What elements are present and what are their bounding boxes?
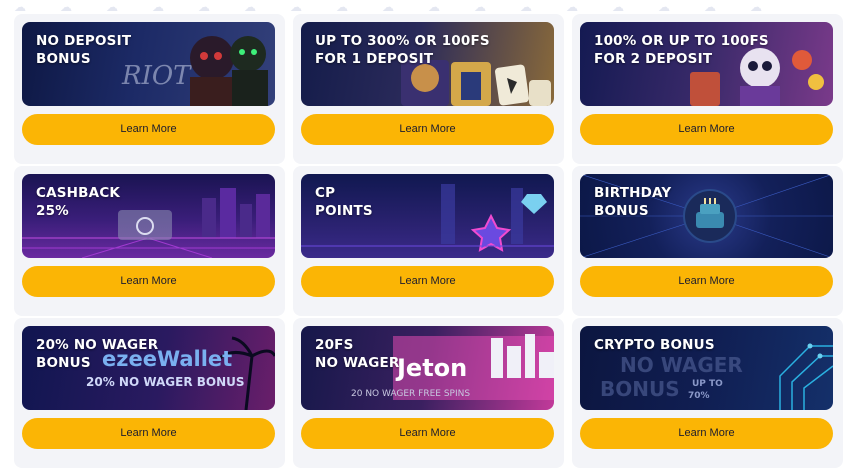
promo-title: 100% OR UP TO 100FS FOR 2 DEPOSIT <box>594 33 769 67</box>
cloud-icon: ☁ <box>198 0 210 14</box>
promo-title: CASHBACK 25% <box>36 185 121 219</box>
promo-title: 20% NO WAGER BONUS <box>36 337 159 371</box>
cloud-icon: ☁ <box>60 0 72 14</box>
crypto-bg-text: NO WAGER <box>620 353 743 377</box>
learn-more-button[interactable]: Learn More <box>301 266 554 297</box>
promo-banner[interactable]: RIOT NO DEPOSIT BONUS <box>22 22 275 106</box>
riot-logo-text: RIOT <box>121 61 192 91</box>
cloud-icon: ☁ <box>382 0 394 14</box>
promo-card-crypto: NO WAGER BONUS UP TO 70% CRYPTO BONUS Le… <box>572 318 843 468</box>
ezeewallet-sub-text: 20% NO WAGER BONUS <box>86 375 245 389</box>
background-cloud-pattern: ☁ ☁ ☁ ☁ ☁ ☁ ☁ ☁ ☁ ☁ ☁ ☁ ☁ ☁ ☁ ☁ ☁ <box>0 0 850 14</box>
cloud-icon: ☁ <box>612 0 624 14</box>
promo-banner[interactable]: UP TO 300% OR 100FS FOR 1 DEPOSIT <box>301 22 554 106</box>
cloud-icon: ☁ <box>704 0 716 14</box>
cloud-icon: ☁ <box>106 0 118 14</box>
cloud-icon: ☁ <box>474 0 486 14</box>
promo-title: CRYPTO BONUS <box>594 337 715 353</box>
learn-more-button[interactable]: Learn More <box>580 114 833 145</box>
promo-card-second-deposit: 100% OR UP TO 100FS FOR 2 DEPOSIT Learn … <box>572 14 843 164</box>
cloud-icon: ☁ <box>14 0 26 14</box>
promo-title: BIRTHDAY BONUS <box>594 185 672 219</box>
jeton-sub-text: 20 NO WAGER FREE SPINS <box>351 389 470 399</box>
cloud-icon: ☁ <box>244 0 256 14</box>
promo-banner[interactable]: ezeeWallet 20% NO WAGER BONUS 20% NO WAG… <box>22 326 275 410</box>
cloud-icon: ☁ <box>520 0 532 14</box>
promo-banner[interactable]: CASHBACK 25% <box>22 174 275 258</box>
crypto-upto-text: UP TO 70% <box>688 379 726 401</box>
promo-banner[interactable]: 100% OR UP TO 100FS FOR 2 DEPOSIT <box>580 22 833 106</box>
crypto-bg-text-2: BONUS <box>600 377 680 401</box>
crypto-upto-line2: 70% <box>688 391 710 401</box>
promo-title: NO DEPOSIT BONUS <box>36 33 132 67</box>
cloud-icon: ☁ <box>152 0 164 14</box>
promotions-grid: RIOT NO DEPOSIT BONUS Learn More UP TO 3… <box>14 14 843 470</box>
promo-card-no-deposit: RIOT NO DEPOSIT BONUS Learn More <box>14 14 285 164</box>
learn-more-button[interactable]: Learn More <box>580 418 833 449</box>
promo-card-cashback: CASHBACK 25% Learn More <box>14 166 285 316</box>
promo-card-first-deposit: UP TO 300% OR 100FS FOR 1 DEPOSIT Learn … <box>293 14 564 164</box>
jeton-logo-text: Jeton <box>395 354 467 382</box>
cloud-icon: ☁ <box>566 0 578 14</box>
learn-more-button[interactable]: Learn More <box>301 114 554 145</box>
crypto-upto-line1: UP TO <box>692 379 723 389</box>
promo-card-birthday: BIRTHDAY BONUS Learn More <box>572 166 843 316</box>
promo-card-cp-points: CP POINTS Learn More <box>293 166 564 316</box>
cloud-icon: ☁ <box>750 0 762 14</box>
cloud-icon: ☁ <box>336 0 348 14</box>
promo-banner[interactable]: CP POINTS <box>301 174 554 258</box>
cloud-icon: ☁ <box>658 0 670 14</box>
promo-banner[interactable]: Jeton 20 NO WAGER FREE SPINS 20FS NO WAG… <box>301 326 554 410</box>
promo-title: 20FS NO WAGER <box>315 337 400 371</box>
cloud-icon: ☁ <box>428 0 440 14</box>
promo-title: UP TO 300% OR 100FS FOR 1 DEPOSIT <box>315 33 490 67</box>
cloud-icon: ☁ <box>290 0 302 14</box>
promo-banner[interactable]: BIRTHDAY BONUS <box>580 174 833 258</box>
promo-card-ezeewallet: ezeeWallet 20% NO WAGER BONUS 20% NO WAG… <box>14 318 285 468</box>
learn-more-button[interactable]: Learn More <box>22 418 275 449</box>
learn-more-button[interactable]: Learn More <box>22 266 275 297</box>
promo-banner[interactable]: NO WAGER BONUS UP TO 70% CRYPTO BONUS <box>580 326 833 410</box>
learn-more-button[interactable]: Learn More <box>301 418 554 449</box>
learn-more-button[interactable]: Learn More <box>580 266 833 297</box>
learn-more-button[interactable]: Learn More <box>22 114 275 145</box>
promo-title: CP POINTS <box>315 185 373 219</box>
promo-card-jeton: Jeton 20 NO WAGER FREE SPINS 20FS NO WAG… <box>293 318 564 468</box>
